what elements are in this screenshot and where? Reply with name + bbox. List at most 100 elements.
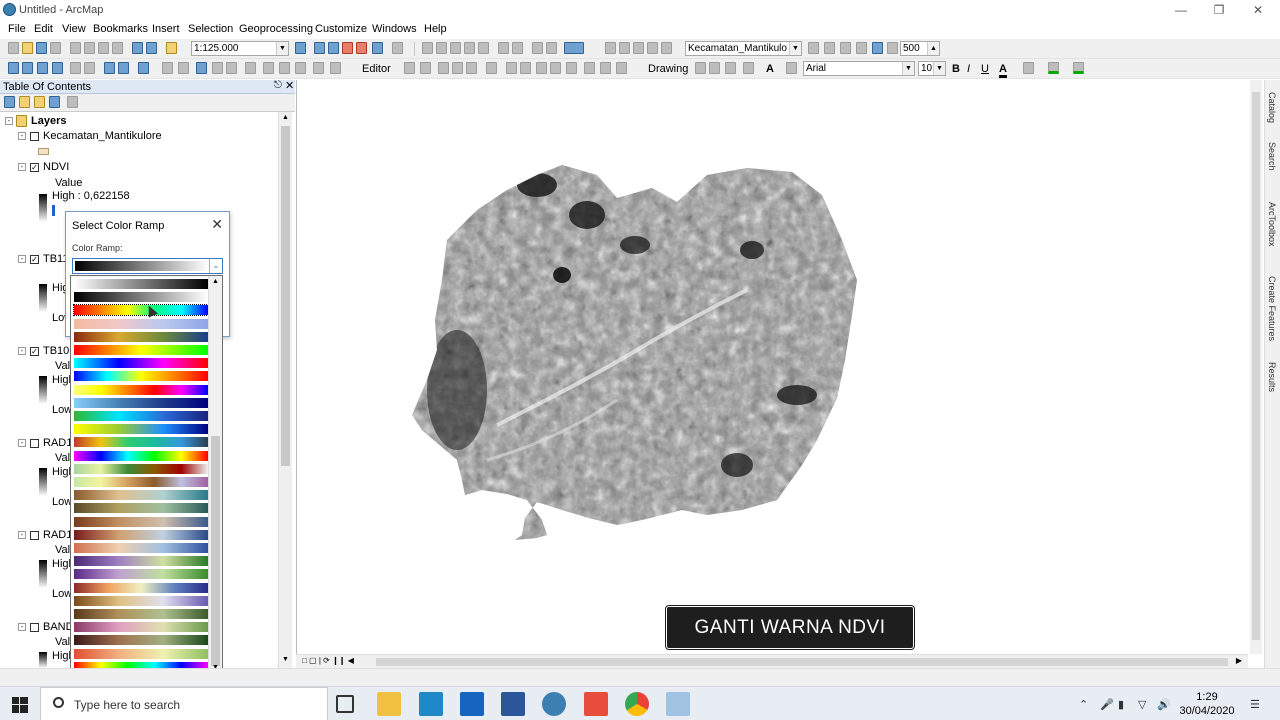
color-ramp-option[interactable]: [74, 609, 208, 619]
edit-vertices-drawing-icon[interactable]: [786, 62, 797, 74]
menu-edit[interactable]: Edit: [34, 23, 53, 35]
layer-checkbox[interactable]: ✓: [30, 347, 39, 356]
legend-gradient[interactable]: [39, 376, 47, 404]
dock-tab-create-features[interactable]: Create Features: [1267, 276, 1277, 341]
color-ramp-option[interactable]: [74, 477, 208, 487]
georef-tool-2-icon[interactable]: [436, 42, 447, 54]
rotate-icon[interactable]: [550, 62, 561, 74]
toc-scroll-thumb[interactable]: [281, 126, 290, 466]
map-vertical-scrollbar[interactable]: [1250, 80, 1262, 654]
menu-bookmarks[interactable]: Bookmarks: [93, 23, 148, 35]
font-combo[interactable]: Arial ▼: [803, 61, 915, 76]
color-ramp-option[interactable]: [74, 279, 208, 289]
dock-tab-catalog[interactable]: Catalog: [1267, 92, 1277, 123]
taskbar-clock[interactable]: 1:29 30/04/2020: [1176, 690, 1238, 718]
collapse-icon[interactable]: -: [5, 117, 13, 125]
chrome-icon[interactable]: [625, 692, 649, 716]
color-ramp-option[interactable]: [74, 516, 208, 527]
copy-icon[interactable]: [84, 42, 95, 54]
line-color-icon[interactable]: [1048, 62, 1059, 74]
color-ramp-option[interactable]: [74, 490, 208, 501]
create-features-icon[interactable]: [600, 62, 611, 74]
editor-menu[interactable]: Editor: [362, 63, 391, 75]
list-by-selection-icon[interactable]: [49, 96, 60, 108]
presenter-icon[interactable]: [584, 692, 608, 716]
new-document-icon[interactable]: [8, 42, 19, 54]
menu-insert[interactable]: Insert: [152, 23, 180, 35]
color-ramp-option[interactable]: [74, 345, 208, 355]
scale-combo[interactable]: 1:125.000 ▼: [191, 41, 289, 56]
toc-window-icon[interactable]: [314, 42, 325, 54]
scroll-up-icon[interactable]: ▲: [282, 114, 289, 121]
html-popup-icon[interactable]: [226, 62, 237, 74]
mail-icon[interactable]: [460, 692, 484, 716]
close-icon[interactable]: ✕: [211, 216, 223, 233]
edit-annotation-icon[interactable]: [420, 62, 431, 74]
georef-tool-7-icon[interactable]: [512, 42, 523, 54]
fixed-zoom-in-icon[interactable]: [70, 62, 81, 74]
ramp-list-scrollbar[interactable]: ▲ ▼: [208, 276, 222, 676]
print-icon[interactable]: [50, 42, 61, 54]
close-icon[interactable]: ✕: [285, 79, 294, 92]
arctoolbox-icon[interactable]: [356, 42, 367, 54]
scroll-right-icon[interactable]: ▶: [1236, 656, 1242, 665]
map-vertical-thumb[interactable]: [1252, 92, 1260, 640]
menu-view[interactable]: View: [62, 23, 86, 35]
select-element-icon[interactable]: [695, 62, 706, 74]
goto-xy-icon[interactable]: [279, 62, 290, 74]
legend-gradient[interactable]: [39, 194, 47, 222]
color-ramp-option[interactable]: [74, 318, 208, 329]
notifications-icon[interactable]: ☰: [1250, 698, 1260, 711]
delete-icon[interactable]: [112, 42, 123, 54]
collapse-icon[interactable]: -: [18, 531, 26, 539]
maximize-button[interactable]: ❐: [1204, 1, 1234, 19]
zoom-to-selected-icon[interactable]: [725, 62, 736, 74]
legend-gradient[interactable]: [39, 284, 47, 312]
measure-icon[interactable]: [295, 62, 306, 74]
color-ramp-option[interactable]: [74, 411, 208, 421]
redo-icon[interactable]: [146, 42, 157, 54]
viewer-icon[interactable]: [330, 62, 341, 74]
collapse-icon[interactable]: -: [18, 163, 26, 171]
list-by-visibility-icon[interactable]: [34, 96, 45, 108]
color-ramp-option[interactable]: [73, 304, 209, 317]
italic-button[interactable]: I: [967, 63, 970, 75]
split-icon[interactable]: [536, 62, 547, 74]
dock-tab-arctoolbox[interactable]: ArcToolbox: [1267, 202, 1277, 247]
windows-start-icon[interactable]: [12, 697, 28, 713]
color-ramp-option[interactable]: [74, 622, 208, 633]
layer-checkbox[interactable]: [30, 132, 39, 141]
select-features-icon[interactable]: [138, 62, 149, 74]
layer-name[interactable]: BAND: [43, 621, 74, 633]
file-explorer-icon[interactable]: [377, 692, 401, 716]
color-ramp-option[interactable]: [74, 371, 208, 382]
catalog-window-icon[interactable]: [328, 42, 339, 54]
map-horizontal-scrollbar[interactable]: □ ▢ | ⟳ ❙❙ ◀ ▶: [296, 654, 1248, 668]
georef-tool-6-icon[interactable]: [498, 42, 509, 54]
georef-tool-9-icon[interactable]: [546, 42, 557, 54]
toc-scrollbar[interactable]: ▲ ▼: [278, 112, 292, 668]
zoom-in-icon[interactable]: [8, 62, 19, 74]
save-icon[interactable]: [36, 42, 47, 54]
target-layer-combo[interactable]: Kecamatan_Mantikulo ▼: [685, 41, 802, 56]
sketch-properties-icon[interactable]: [584, 62, 595, 74]
find-route-icon[interactable]: [263, 62, 274, 74]
bold-button[interactable]: B: [952, 63, 960, 75]
menu-windows[interactable]: Windows: [372, 23, 417, 35]
swipe-icon[interactable]: [808, 42, 819, 54]
layout-tool-1-icon[interactable]: [605, 42, 616, 54]
layer-name[interactable]: Kecamatan_Mantikulore: [43, 130, 162, 142]
battery-icon[interactable]: ▮: [1118, 698, 1124, 711]
color-ramp-list[interactable]: ▲ ▼: [70, 275, 223, 677]
legend-gradient[interactable]: [39, 560, 47, 588]
ramp-scroll-thumb[interactable]: [211, 436, 220, 666]
layout-tool-4-icon[interactable]: [647, 42, 658, 54]
refresh-icon[interactable]: [872, 42, 883, 54]
layout-tool-5-icon[interactable]: [661, 42, 672, 54]
editor-options-icon[interactable]: [616, 62, 627, 74]
undo-icon[interactable]: [132, 42, 143, 54]
add-data-icon[interactable]: [166, 42, 177, 54]
menu-file[interactable]: File: [8, 23, 26, 35]
color-ramp-option[interactable]: [74, 503, 208, 514]
layer-checkbox[interactable]: ✓: [30, 255, 39, 264]
